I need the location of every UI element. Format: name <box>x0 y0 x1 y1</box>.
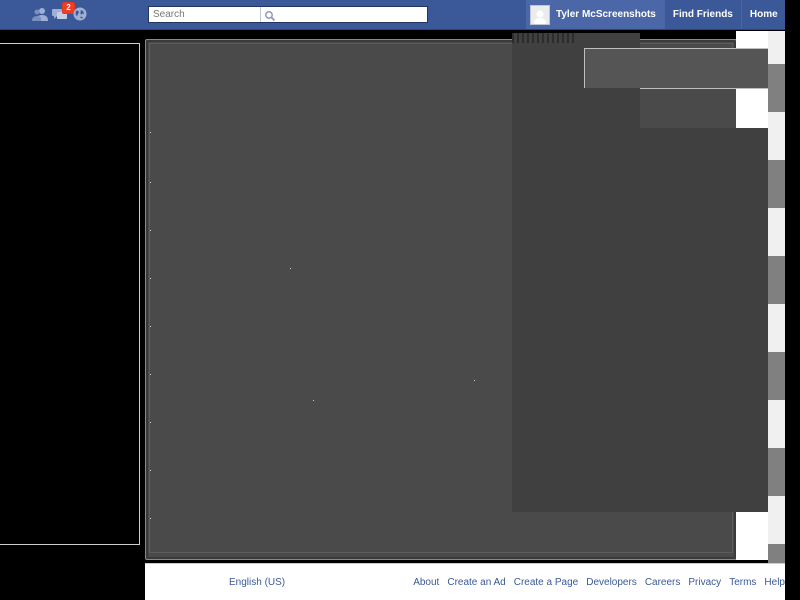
stage-dot <box>150 182 151 183</box>
profile-link[interactable]: Tyler McScreenshots <box>526 0 664 29</box>
footer-links: About Create an Ad Create a Page Develop… <box>413 577 785 588</box>
stage-dot <box>150 278 151 279</box>
stage-dot <box>150 518 151 519</box>
search-divider <box>260 7 261 22</box>
top-nav: Tyler McScreenshots Find Friends Home <box>526 0 800 29</box>
scroll-segment[interactable] <box>768 256 785 304</box>
avatar <box>530 4 550 25</box>
stage-dot <box>150 374 151 375</box>
footer-link-create-ad[interactable]: Create an Ad <box>447 577 505 588</box>
side-panel-title-box <box>584 48 768 88</box>
footer-link-about[interactable]: About <box>413 577 439 588</box>
right-white-strip-lower <box>736 512 768 560</box>
footer-link-help[interactable]: Help <box>764 577 785 588</box>
stage-dot <box>150 132 151 133</box>
right-edge <box>785 0 800 600</box>
footer-link-create-page[interactable]: Create a Page <box>514 577 579 588</box>
scroll-segment[interactable] <box>768 352 785 400</box>
stage-dot <box>150 230 151 231</box>
side-panel <box>512 128 785 512</box>
stage-dot <box>474 380 475 381</box>
photo-left-pane <box>0 43 140 545</box>
friend-requests-icon[interactable] <box>32 6 48 22</box>
find-friends-link[interactable]: Find Friends <box>663 0 741 29</box>
side-panel-subheader <box>640 89 736 128</box>
profile-name: Tyler McScreenshots <box>556 9 656 20</box>
side-panel-comb <box>512 33 576 43</box>
scroll-segment[interactable] <box>768 448 785 496</box>
stage-dot <box>150 470 151 471</box>
stage-dot <box>150 326 151 327</box>
search-icon[interactable] <box>264 9 276 22</box>
scroll-segment[interactable] <box>768 160 785 208</box>
footer-link-developers[interactable]: Developers <box>586 577 637 588</box>
stage-dot <box>290 268 291 269</box>
stage-dot <box>150 422 151 423</box>
footer-link-careers[interactable]: Careers <box>645 577 681 588</box>
footer-link-terms[interactable]: Terms <box>729 577 756 588</box>
search-input[interactable] <box>149 7 263 22</box>
search-box <box>148 6 428 23</box>
notifications-globe-icon[interactable] <box>72 6 88 22</box>
stage-dot <box>313 400 314 401</box>
right-scroll-column[interactable] <box>768 31 785 600</box>
footer-link-privacy[interactable]: Privacy <box>688 577 721 588</box>
language-link[interactable]: English (US) <box>229 577 285 588</box>
home-link[interactable]: Home <box>740 0 786 29</box>
top-bar: 2 Tyler McScreens <box>0 0 800 30</box>
footer: English (US) About Create an Ad Create a… <box>145 563 785 600</box>
scroll-segment[interactable] <box>768 64 785 112</box>
